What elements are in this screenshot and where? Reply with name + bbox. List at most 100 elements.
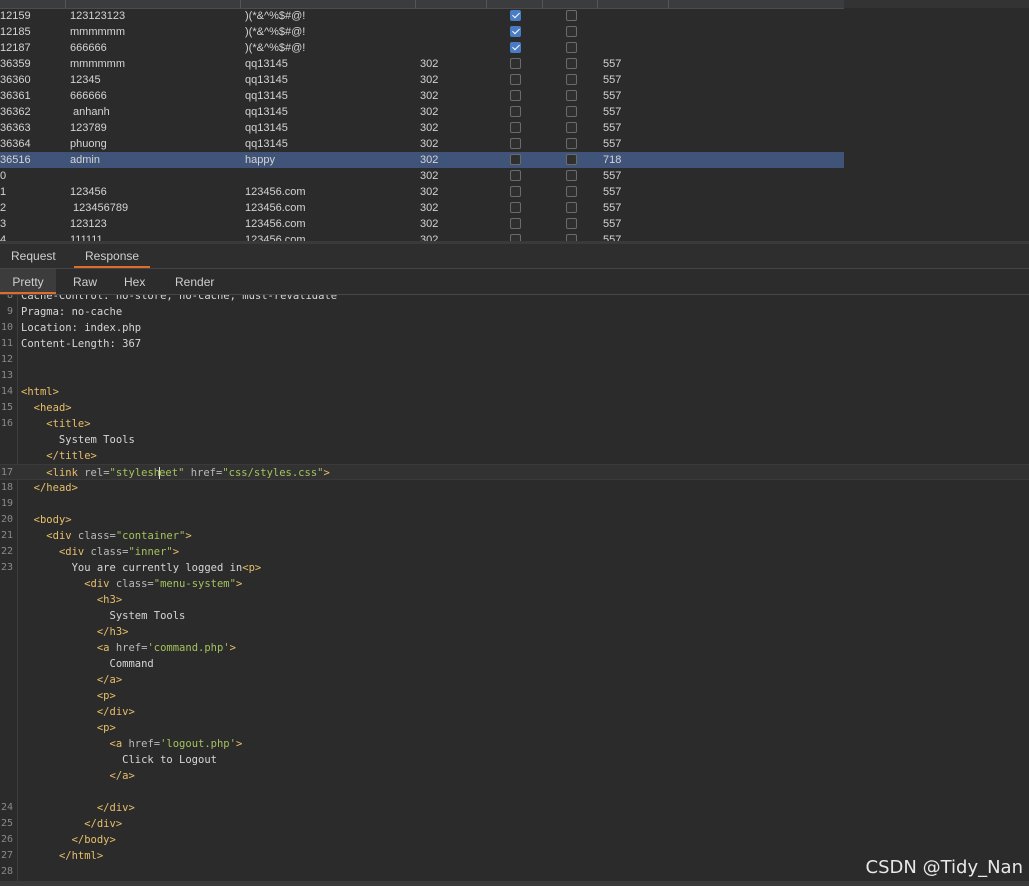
cell-status: 302: [420, 186, 439, 198]
error-checkbox[interactable]: [510, 122, 521, 133]
code-line: 18 </head>: [0, 480, 1029, 496]
error-checkbox[interactable]: [510, 42, 521, 53]
column-request[interactable]: [0, 0, 66, 8]
timeout-checkbox[interactable]: [566, 170, 577, 181]
code-token: </div>: [96, 706, 135, 718]
table-row[interactable]: 36361 666666 qq13145 302 557: [0, 88, 844, 104]
cell-payload2: happy: [245, 154, 275, 166]
table-row[interactable]: 36364 phuong qq13145 302 557: [0, 136, 844, 152]
code-area[interactable]: 8 Cache-Control: no-store, no-cache, must…: [0, 295, 1029, 880]
error-checkbox[interactable]: [510, 90, 521, 101]
error-checkbox[interactable]: [510, 202, 521, 213]
error-checkbox[interactable]: [510, 26, 521, 37]
error-checkbox[interactable]: [510, 106, 521, 117]
table-row[interactable]: 12187 666666)(*&^%$#@!: [0, 40, 844, 56]
table-row[interactable]: 36516 admin happy 302 718: [0, 152, 844, 168]
timeout-checkbox[interactable]: [566, 10, 577, 21]
column-timeout[interactable]: [543, 0, 598, 8]
table-row[interactable]: 12159 123123123)(*&^%$#@!: [0, 8, 844, 24]
timeout-checkbox[interactable]: [566, 106, 577, 117]
cell-length: 718: [603, 154, 622, 166]
code-token: </title>: [46, 450, 97, 462]
code-text: </head>: [21, 480, 78, 496]
code-token: Pragma: no-cache: [21, 306, 123, 318]
line-number: 23: [0, 562, 13, 573]
column-length[interactable]: [598, 0, 669, 8]
timeout-checkbox[interactable]: [566, 58, 577, 69]
tab-hex[interactable]: Hex: [124, 269, 145, 294]
timeout-checkbox[interactable]: [566, 74, 577, 85]
code-text: </a>: [21, 672, 122, 688]
cell-length: 557: [603, 74, 622, 86]
cell-request-id: 36364: [0, 138, 31, 150]
table-row[interactable]: 36362 anhanh qq13145 302 557: [0, 104, 844, 120]
view-tabs: Pretty Raw Hex Render: [0, 269, 1029, 295]
table-row[interactable]: 36359 mmmmmm qq13145 302 557: [0, 56, 844, 72]
error-checkbox[interactable]: [510, 186, 521, 197]
tab-raw[interactable]: Raw: [73, 269, 97, 294]
cell-request-id: 36360: [0, 74, 31, 86]
table-row[interactable]: 4 111111 123456.com 302 557: [0, 232, 844, 241]
table-row[interactable]: 1 123456 123456.com 302 557: [0, 184, 844, 200]
cell-status: 302: [420, 218, 439, 230]
timeout-checkbox[interactable]: [566, 202, 577, 213]
cell-request-id: 2: [0, 202, 7, 214]
table-row[interactable]: 0 302 557: [0, 168, 844, 184]
code-token: >: [323, 467, 330, 479]
timeout-checkbox[interactable]: [566, 90, 577, 101]
tab-request[interactable]: Request: [0, 244, 67, 268]
cell-payload1: 123123: [70, 218, 107, 230]
code-line: 15 <head>: [0, 400, 1029, 416]
error-checkbox[interactable]: [510, 58, 521, 69]
code-text: Content-Length: 367: [21, 336, 141, 352]
table-row[interactable]: 3 123123 123456.com 302 557: [0, 216, 844, 232]
error-checkbox[interactable]: [510, 138, 521, 149]
code-token: href=: [128, 738, 161, 750]
timeout-checkbox[interactable]: [566, 26, 577, 37]
table-row[interactable]: 36360 12345 qq13145 302 557: [0, 72, 844, 88]
cell-payload1: phuong: [70, 138, 107, 150]
line-number: 11: [0, 338, 13, 349]
tab-response[interactable]: Response: [74, 244, 151, 268]
error-checkbox[interactable]: [510, 234, 521, 241]
error-checkbox[interactable]: [510, 218, 521, 229]
table-row[interactable]: 12185 mmmmmm)(*&^%$#@!: [0, 24, 844, 40]
cell-payload1: mmmmmm: [70, 26, 125, 38]
timeout-checkbox[interactable]: [566, 154, 577, 165]
error-checkbox[interactable]: [510, 10, 521, 21]
cell-payload2: qq13145: [245, 74, 288, 86]
timeout-checkbox[interactable]: [566, 122, 577, 133]
timeout-checkbox[interactable]: [566, 186, 577, 197]
tab-render[interactable]: Render: [175, 269, 214, 294]
column-status[interactable]: [416, 0, 487, 8]
header-filler: [844, 0, 1029, 8]
column-error[interactable]: [487, 0, 543, 8]
line-number: 16: [0, 418, 13, 429]
cell-status: 302: [420, 74, 439, 86]
code-token: <div: [58, 546, 91, 558]
code-text: <title>: [21, 416, 90, 432]
code-token: Command: [21, 658, 154, 670]
column-payload1[interactable]: [66, 0, 241, 8]
timeout-checkbox[interactable]: [566, 42, 577, 53]
tab-pretty[interactable]: Pretty: [0, 269, 56, 294]
cell-request-id: 36516: [0, 154, 31, 166]
table-body: 12159 123123123)(*&^%$#@! 12185 mmmmmm)(*&^…: [0, 8, 844, 241]
column-payload2[interactable]: [241, 0, 416, 8]
table-row[interactable]: 36363 123789 qq13145 302 557: [0, 120, 844, 136]
response-editor[interactable]: 8 Cache-Control: no-store, no-cache, must…: [0, 295, 1029, 881]
error-checkbox[interactable]: [510, 154, 521, 165]
code-token: <a: [96, 642, 116, 654]
cell-request-id: 36362: [0, 106, 31, 118]
timeout-checkbox[interactable]: [566, 218, 577, 229]
code-text: System Tools: [21, 608, 186, 624]
error-checkbox[interactable]: [510, 74, 521, 85]
cell-status: 302: [420, 202, 439, 214]
timeout-checkbox[interactable]: [566, 138, 577, 149]
code-line: 13: [0, 368, 1029, 384]
table-row[interactable]: 2 123456789 123456.com 302 557: [0, 200, 844, 216]
timeout-checkbox[interactable]: [566, 234, 577, 241]
error-checkbox[interactable]: [510, 170, 521, 181]
